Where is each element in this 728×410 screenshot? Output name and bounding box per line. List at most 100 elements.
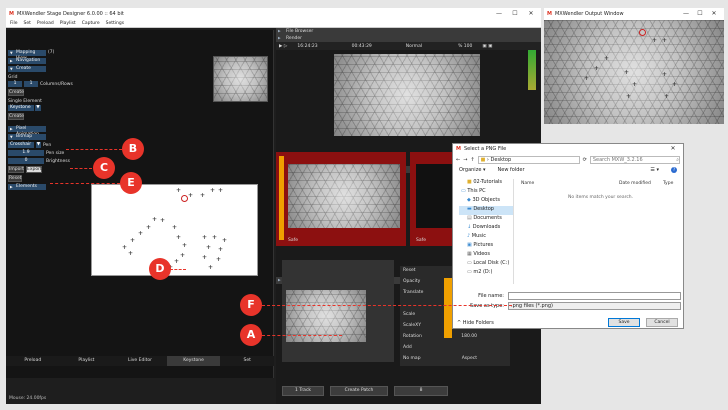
view-options-icon[interactable]: ☰ ▾ bbox=[650, 167, 659, 173]
crosshair-dropdown-icon[interactable]: ▼ bbox=[36, 142, 41, 148]
crosshair-select[interactable]: Crosshair bbox=[8, 142, 34, 148]
layer-prop-nomap[interactable]: No map Aspect bbox=[400, 354, 480, 364]
play-icon[interactable]: ▶ ▷ bbox=[279, 44, 287, 49]
output-preview[interactable]: + + + + + + + + + + + bbox=[544, 20, 724, 124]
layer-prop-scale[interactable]: Scale bbox=[400, 310, 444, 320]
grid-rows-field[interactable]: 1 bbox=[24, 81, 38, 87]
crosshair-mark: + bbox=[626, 93, 632, 100]
tab-set[interactable]: Set bbox=[220, 356, 274, 366]
keystone-dropdown-icon[interactable]: ▼ bbox=[35, 105, 41, 111]
mini-preview[interactable] bbox=[213, 56, 268, 102]
cancel-button[interactable]: Cancel bbox=[646, 318, 678, 327]
organize-button[interactable]: Organize ▾ bbox=[459, 167, 486, 173]
save-type-select[interactable]: .png files (*.png) bbox=[508, 302, 681, 310]
track-select[interactable]: 1 Track bbox=[282, 386, 324, 396]
section-create[interactable]: Create bbox=[8, 66, 46, 72]
import-button[interactable]: Import bbox=[8, 166, 24, 173]
target-circle-icon[interactable] bbox=[181, 195, 188, 202]
folder-icon: ■ bbox=[480, 156, 486, 163]
track-number-field[interactable]: 8 bbox=[394, 386, 448, 396]
export-button[interactable]: Export bbox=[26, 166, 42, 173]
new-folder-button[interactable]: New folder bbox=[498, 167, 525, 173]
brightness-field[interactable]: 0 bbox=[8, 158, 44, 164]
crosshair-mark: + bbox=[160, 217, 166, 224]
reset-button[interactable]: Reset bbox=[8, 175, 22, 182]
nav-item-documents[interactable]: ▤ Documents bbox=[459, 215, 513, 224]
tab-keystone[interactable]: Keystone bbox=[166, 356, 221, 366]
tab-playlist[interactable]: Playlist bbox=[60, 356, 114, 366]
crosshair-mark: + bbox=[222, 237, 228, 244]
grid-cols-field[interactable]: 1 bbox=[8, 81, 22, 87]
menu-settings[interactable]: Settings bbox=[106, 21, 124, 26]
track-1-thumbnail[interactable] bbox=[288, 164, 400, 228]
file-name-input[interactable] bbox=[508, 292, 681, 300]
nav-item-pictures[interactable]: ▣ Pictures bbox=[459, 242, 513, 251]
section-navigation[interactable]: Navigation bbox=[8, 58, 46, 64]
refresh-icon[interactable]: ⟳ bbox=[583, 157, 587, 163]
search-box[interactable]: Search MXW_3.2.16 ⌕ bbox=[589, 155, 680, 164]
close-icon[interactable]: ✕ bbox=[523, 8, 539, 20]
close-icon[interactable]: ✕ bbox=[665, 144, 681, 154]
nav-item-this-pc[interactable]: ▭ This PC bbox=[459, 188, 513, 197]
menu-set[interactable]: Set bbox=[24, 21, 31, 26]
nav-item-videos[interactable]: ▦ Videos bbox=[459, 251, 513, 260]
create-patch-button[interactable]: Create Patch bbox=[330, 386, 388, 396]
forward-arrow-icon[interactable]: → bbox=[463, 157, 467, 163]
track-lane-1[interactable]: Safe bbox=[276, 152, 406, 246]
nav-item-tutorials[interactable]: ■ 02-Tutorials bbox=[459, 179, 513, 188]
help-icon[interactable]: ? bbox=[671, 167, 677, 173]
layer-prop-reset[interactable]: Reset bbox=[400, 266, 444, 276]
save-button[interactable]: Save bbox=[608, 318, 640, 327]
menu-playlist[interactable]: Playlist bbox=[60, 21, 76, 26]
column-type[interactable]: Type bbox=[663, 181, 673, 186]
layer-area bbox=[282, 260, 394, 362]
crosshair-mark: + bbox=[212, 234, 218, 241]
crosshair-mark: + bbox=[146, 224, 152, 231]
section-mapping-view[interactable]: Mapping View bbox=[8, 50, 46, 61]
maximize-icon[interactable]: ☐ bbox=[507, 8, 523, 20]
nav-item-desktop[interactable]: ▬ Desktop bbox=[459, 206, 513, 215]
crosshair-mark: + bbox=[218, 246, 224, 253]
hide-folders-toggle[interactable]: ^ Hide Folders bbox=[457, 320, 494, 326]
layer-prop-rotation[interactable]: Rotation 180.00 bbox=[400, 332, 480, 342]
section-bitmap[interactable]: Bitmap bbox=[8, 134, 46, 140]
column-name[interactable]: Name bbox=[521, 181, 534, 186]
layer-prop-opacity[interactable]: Opacity bbox=[400, 277, 444, 287]
menu-capture[interactable]: Capture bbox=[82, 21, 100, 26]
nav-item-local-disk[interactable]: ▭ Local Disk (C:) bbox=[459, 260, 513, 269]
render-time-mid: 00:43:29 bbox=[351, 43, 372, 49]
nav-item-m2-disk[interactable]: ▭ m2 (D:) bbox=[459, 269, 513, 278]
render-preview[interactable] bbox=[334, 54, 480, 136]
section-elements[interactable]: Elements bbox=[8, 184, 46, 190]
back-arrow-icon[interactable]: ← bbox=[456, 157, 460, 163]
address-path: Desktop bbox=[490, 156, 512, 163]
minimize-icon[interactable]: — bbox=[491, 8, 507, 20]
save-dialog: M Select a PNG File ✕ ← → ↑ ■ › Desktop … bbox=[452, 143, 684, 329]
keystone-canvas[interactable]: + + + + + + + + + + + + + + + + + + + + … bbox=[91, 184, 258, 276]
disk-icon: ▭ bbox=[467, 260, 472, 266]
tab-preload[interactable]: Preload bbox=[6, 356, 60, 366]
layer-prop-translate[interactable]: Translate bbox=[400, 288, 444, 298]
nav-item-3d-objects[interactable]: ◆ 3D Objects bbox=[459, 197, 513, 206]
single-create-button[interactable]: Create bbox=[8, 113, 24, 120]
tab-live-editor[interactable]: Live Editor bbox=[113, 356, 167, 366]
nav-item-music[interactable]: ♪ Music bbox=[459, 233, 513, 242]
up-arrow-icon[interactable]: ↑ bbox=[470, 157, 474, 163]
close-icon[interactable]: ✕ bbox=[706, 8, 722, 20]
dialog-nav-pane: ■ 02-Tutorials ▭ This PC ◆ 3D Objects ▬ … bbox=[459, 179, 514, 284]
menu-file[interactable]: File bbox=[10, 21, 18, 26]
file-browser-header[interactable]: File Browser bbox=[276, 28, 541, 35]
keystone-select[interactable]: Keystone bbox=[8, 105, 34, 111]
crosshair-mark: + bbox=[202, 234, 208, 241]
fullscreen-icon[interactable]: ▣ ▣ bbox=[482, 44, 492, 49]
render-header[interactable]: Render bbox=[276, 35, 541, 42]
grid-create-button[interactable]: Create bbox=[8, 89, 24, 96]
section-pixel-animation[interactable]: Pixel Animation bbox=[8, 126, 46, 137]
column-date[interactable]: Date modified bbox=[619, 181, 651, 186]
crosshair-mark: + bbox=[216, 256, 222, 263]
address-bar[interactable]: ■ › Desktop bbox=[477, 155, 580, 164]
pen-size-field[interactable]: 1.9 bbox=[8, 150, 44, 156]
menu-preload[interactable]: Preload bbox=[37, 21, 54, 26]
nav-item-downloads[interactable]: ↓ Downloads bbox=[459, 224, 513, 233]
layer-prop-add[interactable]: Add bbox=[400, 343, 444, 353]
